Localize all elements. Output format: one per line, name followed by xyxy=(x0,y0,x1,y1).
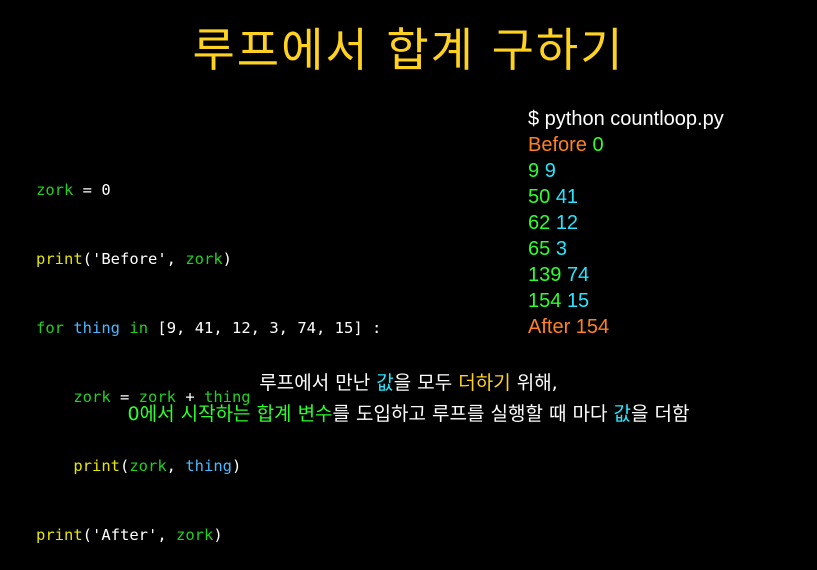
output-zork: 65 xyxy=(528,238,551,260)
terminal-output: $ python countloop.py Before 0 9 9 50 41… xyxy=(528,106,724,340)
output-row: 50 41 xyxy=(528,184,724,210)
caption-text: 을 모두 xyxy=(393,372,459,394)
output-thing: 3 xyxy=(555,238,567,260)
code-line-5: print(zork, thing) xyxy=(36,455,381,478)
code-token: ) xyxy=(232,457,242,475)
output-row: 65 3 xyxy=(528,236,724,262)
output-zork: 9 xyxy=(528,160,540,182)
caption-text: 루프에서 만난 xyxy=(259,372,377,394)
caption-highlight: 0에서 시작하는 합계 변수 xyxy=(127,403,333,425)
caption-line-2: 0에서 시작하는 합계 변수를 도입하고 루프를 실행할 때 마다 값을 더함 xyxy=(0,399,817,426)
code-line-2: print('Before', zork) xyxy=(36,248,381,271)
output-thing: 41 xyxy=(555,186,579,208)
code-token: ( xyxy=(82,250,93,268)
code-token: , xyxy=(166,250,186,268)
code-token: thing xyxy=(73,319,121,337)
caption-line-1: 루프에서 만난 값을 모두 더하기 위해, xyxy=(0,368,817,395)
output-row: 62 12 xyxy=(528,210,724,236)
output-zork: 154 xyxy=(528,290,562,312)
code-token: , xyxy=(157,526,177,544)
code-token: print xyxy=(36,526,83,544)
code-token: [9, 41, 12, 3, 74, 15] : xyxy=(148,319,382,337)
output-row: 9 9 xyxy=(528,158,724,184)
code-token: zork xyxy=(129,457,167,475)
output-thing: 12 xyxy=(555,212,579,234)
code-token: print xyxy=(73,457,120,475)
code-token: = 0 xyxy=(73,181,111,199)
caption-text: 를 도입하고 루프를 실행할 때 마다 xyxy=(332,403,614,425)
code-line-6: print('After', zork) xyxy=(36,524,381,547)
code-token: 'After' xyxy=(92,526,158,544)
output-zork: 50 xyxy=(528,186,551,208)
caption-highlight: 값 xyxy=(613,403,631,425)
before-label: Before xyxy=(528,134,587,156)
code-token: print xyxy=(36,250,83,268)
slide-title: 루프에서 합계 구하기 xyxy=(192,23,625,77)
output-thing: 9 xyxy=(544,160,556,182)
code-token: zork xyxy=(185,250,223,268)
code-line-3: for thing in [9, 41, 12, 3, 74, 15] : xyxy=(36,317,381,340)
terminal-command: $ python countloop.py xyxy=(528,108,724,130)
code-token: 'Before' xyxy=(92,250,167,268)
output-zork: 62 xyxy=(528,212,551,234)
output-thing: 15 xyxy=(566,290,590,312)
output-row: 139 74 xyxy=(528,262,724,288)
code-token: ( xyxy=(82,526,93,544)
code-line-1: zork = 0 xyxy=(36,179,381,202)
before-value: 0 xyxy=(592,134,604,156)
code-token: ) xyxy=(213,526,223,544)
code-token: , xyxy=(166,457,186,475)
output-zork: 139 xyxy=(528,264,562,286)
code-token: zork xyxy=(176,526,214,544)
output-after-line: After 154 xyxy=(528,316,610,338)
caption-highlight: 값 xyxy=(376,372,394,394)
code-block: zork = 0 print('Before', zork) for thing… xyxy=(36,133,381,570)
caption-text: 을 더함 xyxy=(630,403,690,425)
output-thing: 74 xyxy=(566,264,590,286)
code-token: in xyxy=(129,319,149,337)
caption-highlight: 더하기 xyxy=(458,372,511,394)
caption-text: 위해, xyxy=(510,372,558,394)
code-token: thing xyxy=(185,457,233,475)
code-token: for xyxy=(36,319,64,337)
code-token: ) xyxy=(222,250,233,268)
code-token: ( xyxy=(120,457,130,475)
output-before-line: Before 0 xyxy=(528,132,724,158)
output-row: 154 15 xyxy=(528,288,724,314)
code-token: zork xyxy=(36,181,74,199)
